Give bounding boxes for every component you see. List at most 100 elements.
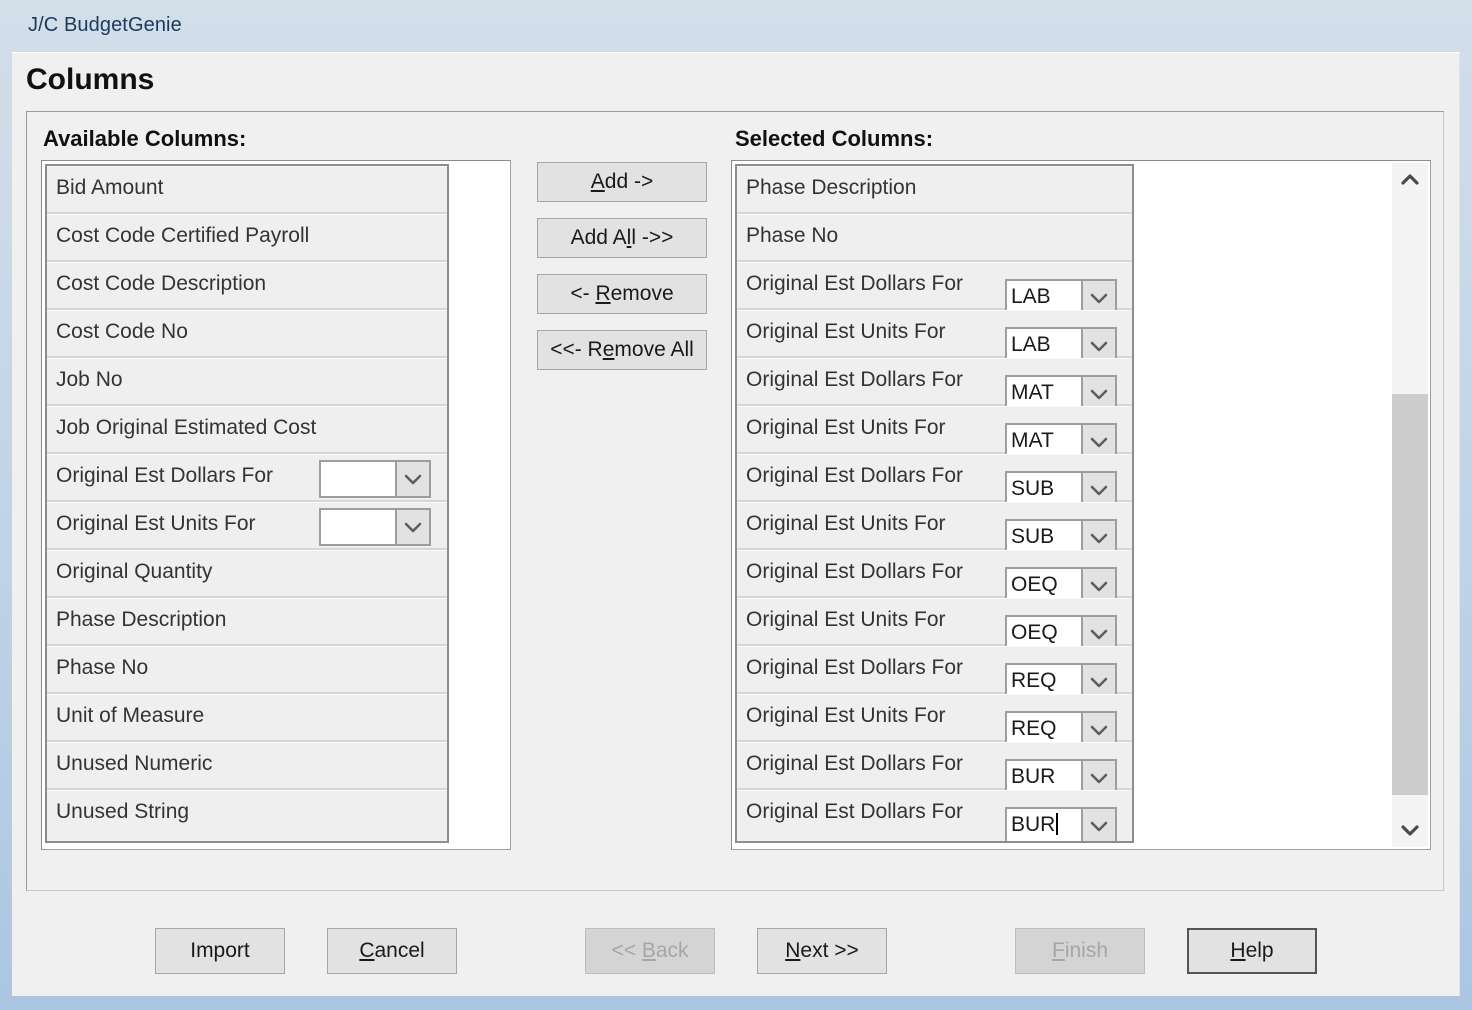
list-item[interactable]: Original Est Dollars For BUR bbox=[737, 790, 1132, 841]
list-item[interactable]: Original Est Units For bbox=[47, 502, 447, 550]
available-columns-list[interactable]: Bid Amount Cost Code Certified Payroll Cos… bbox=[41, 160, 511, 850]
list-item-label: Original Est Dollars For bbox=[746, 272, 964, 295]
button-label: Add All ->> bbox=[570, 226, 674, 249]
list-item-label: Unused Numeric bbox=[56, 752, 213, 775]
chevron-down-icon[interactable] bbox=[395, 462, 429, 496]
list-item-label: Job No bbox=[56, 368, 123, 391]
list-item-label: Phase Description bbox=[746, 176, 917, 199]
list-item[interactable]: Phase No bbox=[47, 646, 447, 694]
combobox-value[interactable]: BUR bbox=[1007, 809, 1081, 841]
list-item[interactable]: Cost Code Certified Payroll bbox=[47, 214, 447, 262]
list-item-label: Phase No bbox=[746, 224, 839, 247]
selected-columns-scrollbar[interactable] bbox=[1392, 163, 1428, 847]
list-item[interactable]: Original Est Dollars For MAT bbox=[737, 358, 1132, 413]
chevron-down-icon[interactable] bbox=[395, 510, 429, 544]
list-item[interactable]: Unit of Measure bbox=[47, 694, 447, 742]
list-item-label: Original Est Dollars For bbox=[746, 656, 964, 679]
next-button[interactable]: Next >> bbox=[757, 928, 887, 974]
list-item-label: Unused String bbox=[56, 800, 190, 823]
selected-columns-rows: Phase Description Phase No Original Est Do… bbox=[735, 164, 1134, 843]
button-label: Help bbox=[1230, 939, 1274, 962]
cancel-button[interactable]: Cancel bbox=[327, 928, 457, 974]
add-button[interactable]: Add -> bbox=[537, 162, 707, 202]
list-item-label: Bid Amount bbox=[56, 176, 164, 199]
remove-button[interactable]: <- Remove bbox=[537, 274, 707, 314]
cost-type-combobox[interactable] bbox=[319, 460, 431, 498]
list-item[interactable]: Original Est Units For SUB bbox=[737, 502, 1132, 557]
button-label: Next >> bbox=[785, 939, 859, 962]
button-label: Cancel bbox=[359, 939, 425, 962]
list-item[interactable]: Original Est Units For MAT bbox=[737, 406, 1132, 461]
list-item-label: Original Est Units For bbox=[746, 416, 946, 439]
list-item[interactable]: Original Est Dollars For BUR bbox=[737, 742, 1132, 797]
list-item[interactable]: Phase Description bbox=[47, 598, 447, 646]
button-spacer bbox=[929, 928, 973, 974]
scroll-up-button[interactable] bbox=[1392, 163, 1428, 197]
add-all-button[interactable]: Add All ->> bbox=[537, 218, 707, 258]
list-item-label: Original Est Dollars For bbox=[746, 560, 964, 583]
button-label: Finish bbox=[1051, 939, 1109, 962]
list-item-label: Original Est Units For bbox=[746, 512, 946, 535]
cost-type-combobox[interactable] bbox=[319, 508, 431, 546]
scroll-down-button[interactable] bbox=[1392, 813, 1428, 847]
window-title: J/C BudgetGenie bbox=[28, 14, 182, 36]
list-item-label: Original Est Units For bbox=[746, 320, 946, 343]
selected-columns-list[interactable]: Phase Description Phase No Original Est Do… bbox=[731, 160, 1431, 850]
list-item[interactable]: Phase No bbox=[737, 214, 1132, 262]
cost-type-combobox[interactable]: BUR bbox=[1005, 807, 1117, 841]
application-window: J/C BudgetGenie Columns Available Column… bbox=[0, 0, 1472, 1010]
page-title: Columns bbox=[26, 63, 155, 96]
text-cursor bbox=[1056, 813, 1059, 835]
transfer-button-group: Add -> Add All ->> <- Remove <<- Remove All bbox=[537, 162, 707, 386]
list-item[interactable]: Cost Code Description bbox=[47, 262, 447, 310]
list-item[interactable]: Original Est Units For REQ bbox=[737, 694, 1132, 749]
list-item[interactable]: Job No bbox=[47, 358, 447, 406]
list-item[interactable]: Cost Code No bbox=[47, 310, 447, 358]
dialog-client-area: Columns Available Columns: Bid Amount Cos… bbox=[12, 52, 1460, 996]
list-item[interactable]: Original Est Units For LAB bbox=[737, 310, 1132, 365]
list-item[interactable]: Original Est Dollars For SUB bbox=[737, 454, 1132, 509]
finish-button: Finish bbox=[1015, 928, 1145, 974]
available-columns-rows: Bid Amount Cost Code Certified Payroll Cos… bbox=[45, 164, 449, 843]
button-spacer bbox=[499, 928, 543, 974]
list-item[interactable]: Bid Amount bbox=[47, 166, 447, 214]
list-item[interactable]: Unused String bbox=[47, 790, 447, 838]
scroll-track[interactable] bbox=[1392, 197, 1428, 813]
list-item-label: Original Est Dollars For bbox=[56, 464, 274, 487]
list-item[interactable]: Original Est Dollars For REQ bbox=[737, 646, 1132, 701]
list-item-label: Original Est Dollars For bbox=[746, 368, 964, 391]
list-item[interactable]: Original Est Dollars For LAB bbox=[737, 262, 1132, 317]
list-item[interactable]: Original Est Units For OEQ bbox=[737, 598, 1132, 653]
combobox-value[interactable] bbox=[321, 510, 395, 544]
list-item-label: Original Est Units For bbox=[56, 512, 256, 535]
chevron-down-icon[interactable] bbox=[1081, 809, 1115, 841]
button-label: Import bbox=[190, 939, 250, 962]
combobox-value[interactable] bbox=[321, 462, 395, 496]
list-item[interactable]: Job Original Estimated Cost bbox=[47, 406, 447, 454]
list-item-label: Job Original Estimated Cost bbox=[56, 416, 317, 439]
button-label: Add -> bbox=[590, 170, 654, 193]
list-item-label: Unit of Measure bbox=[56, 704, 205, 727]
scroll-thumb[interactable] bbox=[1392, 394, 1428, 795]
list-item-label: Cost Code Certified Payroll bbox=[56, 224, 310, 247]
help-button[interactable]: Help bbox=[1187, 928, 1317, 974]
title-bar: J/C BudgetGenie bbox=[12, 0, 1472, 52]
list-item[interactable]: Phase Description bbox=[737, 166, 1132, 214]
remove-all-button[interactable]: <<- Remove All bbox=[537, 330, 707, 370]
button-label: << Back bbox=[611, 939, 689, 962]
columns-group-box: Available Columns: Bid Amount Cost Code C… bbox=[26, 111, 1444, 891]
list-item-label: Original Est Dollars For bbox=[746, 752, 964, 775]
list-item[interactable]: Original Quantity bbox=[47, 550, 447, 598]
list-item-label: Original Est Units For bbox=[746, 704, 946, 727]
list-item[interactable]: Unused Numeric bbox=[47, 742, 447, 790]
list-item-label: Original Est Units For bbox=[746, 608, 946, 631]
list-item[interactable]: Original Est Dollars For OEQ bbox=[737, 550, 1132, 605]
import-button[interactable]: Import bbox=[155, 928, 285, 974]
available-columns-heading: Available Columns: bbox=[43, 126, 247, 151]
back-button: << Back bbox=[585, 928, 715, 974]
list-item-label: Phase Description bbox=[56, 608, 227, 631]
button-label: <- Remove bbox=[570, 282, 674, 305]
list-item-label: Original Quantity bbox=[56, 560, 213, 583]
list-item-label: Cost Code No bbox=[56, 320, 188, 343]
list-item[interactable]: Original Est Dollars For bbox=[47, 454, 447, 502]
